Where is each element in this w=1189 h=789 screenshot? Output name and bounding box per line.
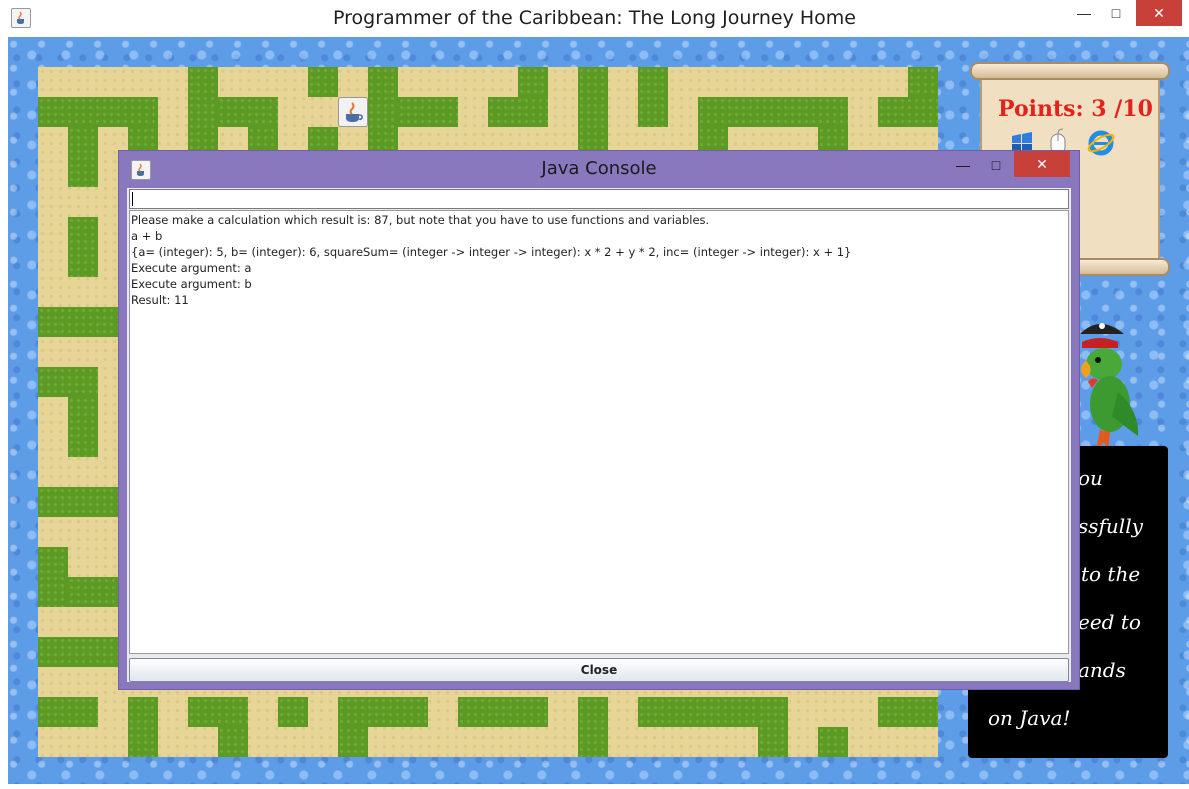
- maze-wall: [218, 727, 248, 757]
- maze-wall: [338, 697, 428, 727]
- message-line: eed to: [1078, 610, 1141, 634]
- console-output-line: {a= (integer): 5, b= (integer): 6, squar…: [131, 245, 852, 259]
- maze-wall: [908, 67, 938, 97]
- maze-wall: [488, 97, 548, 127]
- java-console-dialog: Java Console — □ ✕ Please make a calcula…: [118, 150, 1080, 690]
- maximize-button[interactable]: □: [1098, 0, 1134, 26]
- maze-wall: [128, 697, 158, 757]
- maze-wall: [698, 97, 848, 127]
- maze-wall: [878, 697, 938, 727]
- message-line: to the: [1081, 562, 1141, 586]
- maze-wall: [638, 697, 758, 727]
- maze-wall: [38, 697, 98, 727]
- scroll-top-roll: [970, 62, 1170, 80]
- console-input[interactable]: [129, 189, 1069, 209]
- console-output[interactable]: Please make a calculation which result i…: [129, 210, 1069, 654]
- maze-wall: [308, 67, 338, 97]
- message-line: ands: [1078, 658, 1126, 682]
- maze-wall: [38, 307, 128, 337]
- maze-wall: [518, 67, 548, 97]
- console-close-button[interactable]: Close: [129, 658, 1069, 682]
- maze-wall: [458, 697, 548, 727]
- maze-wall: [278, 697, 308, 727]
- maze-wall: [338, 727, 368, 757]
- maze-wall: [38, 487, 128, 517]
- message-line: ssfully: [1078, 514, 1143, 538]
- text-caret: [132, 192, 133, 206]
- maze-wall: [38, 367, 98, 397]
- maze-wall: [638, 67, 668, 127]
- console-maximize-button[interactable]: □: [980, 153, 1012, 177]
- maze-wall: [578, 67, 608, 157]
- maze-wall: [188, 697, 248, 727]
- maze-wall: [188, 67, 218, 157]
- maze-wall: [38, 637, 128, 667]
- maze-wall: [68, 397, 98, 457]
- window-title: Programmer of the Caribbean: The Long Jo…: [333, 7, 856, 29]
- message-line: ou: [1078, 466, 1103, 490]
- maze-wall: [878, 97, 938, 127]
- console-title: Java Console: [541, 158, 657, 179]
- maze-wall: [68, 127, 98, 187]
- console-output-line: Please make a calculation which result i…: [131, 213, 710, 227]
- close-button[interactable]: ✕: [1136, 0, 1182, 26]
- message-line: on Java!: [988, 706, 1071, 730]
- console-output-line: Result: 11: [131, 293, 189, 307]
- console-output-line: Execute argument: b: [131, 277, 252, 291]
- maze-wall: [38, 547, 68, 607]
- minimize-button[interactable]: —: [1066, 0, 1102, 26]
- internet-explorer-icon: [1086, 128, 1116, 163]
- maze-wall: [818, 727, 848, 757]
- points-label: Points: 3 /10: [998, 96, 1153, 122]
- pirate-parrot-image: [1070, 312, 1142, 452]
- maze-wall: [368, 67, 398, 157]
- maze-wall: [38, 97, 158, 127]
- maze-wall: [578, 697, 608, 757]
- maze-wall: [398, 97, 458, 127]
- console-content: Please make a calculation which result i…: [127, 188, 1071, 682]
- console-output-line: a + b: [131, 229, 163, 243]
- console-minimize-button[interactable]: —: [947, 153, 979, 177]
- console-output-line: Execute argument: a: [131, 261, 252, 275]
- console-close-window-button[interactable]: ✕: [1014, 151, 1070, 177]
- maze-wall: [758, 697, 788, 757]
- player-java-icon: [338, 97, 368, 127]
- maze-wall: [218, 97, 278, 127]
- maze-wall: [68, 217, 98, 277]
- window-titlebar: Programmer of the Caribbean: The Long Jo…: [0, 0, 1189, 36]
